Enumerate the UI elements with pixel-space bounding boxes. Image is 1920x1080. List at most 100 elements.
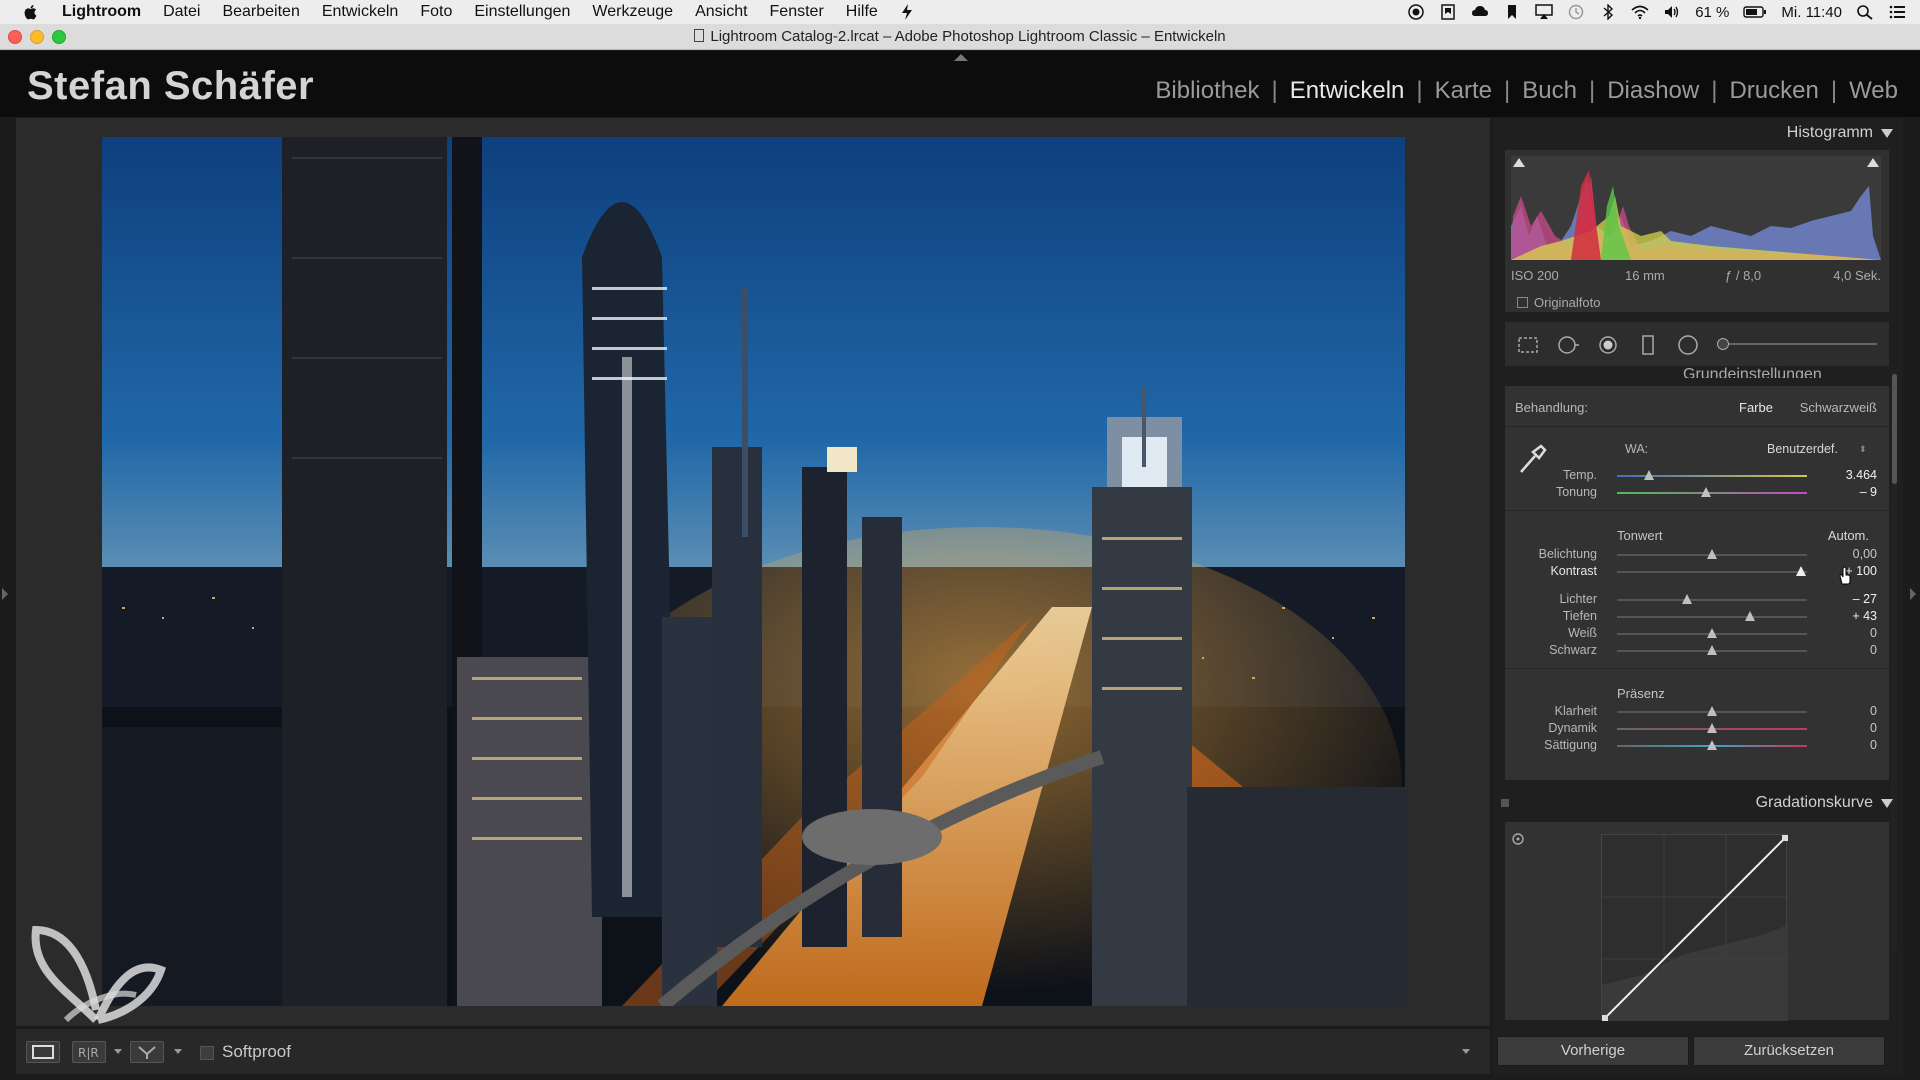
adjustment-brush-tool-icon[interactable] (1717, 338, 1729, 350)
apple-icon[interactable] (22, 3, 40, 21)
menu-einstellungen[interactable]: Einstellungen (474, 3, 570, 21)
clarity-value[interactable]: 0 (1817, 704, 1877, 718)
tone-auto-button[interactable]: Autom. (1828, 528, 1869, 543)
original-photo-checkbox[interactable] (1517, 297, 1528, 308)
loupe-view-button[interactable] (26, 1041, 60, 1063)
record-icon[interactable] (1407, 4, 1425, 20)
tint-slider-thumb[interactable] (1701, 487, 1712, 497)
reset-button[interactable]: Zurücksetzen (1693, 1036, 1885, 1066)
slider-blacks[interactable]: Schwarz 0 (1505, 643, 1889, 659)
previous-button[interactable]: Vorherige (1497, 1036, 1689, 1066)
contrast-slider-thumb[interactable] (1796, 566, 1807, 576)
slider-exposure[interactable]: Belichtung 0,00 (1505, 547, 1889, 563)
adjustment-brush-slider[interactable] (1727, 343, 1877, 345)
tone-curve-graph[interactable] (1601, 834, 1788, 1021)
histogram-header[interactable]: Histogramm (1493, 118, 1903, 148)
compare-button[interactable] (130, 1041, 164, 1063)
basic-panel-header-partial[interactable]: Grundeinstellungen (1683, 366, 1822, 378)
tone-curve-toggle-icon[interactable] (1501, 799, 1509, 807)
time-machine-icon[interactable] (1567, 4, 1585, 20)
bluetooth-icon[interactable] (1599, 4, 1617, 20)
highlights-slider-thumb[interactable] (1682, 594, 1693, 604)
exposure-value[interactable]: 0,00 (1817, 547, 1877, 561)
module-entwickeln[interactable]: Entwickeln (1278, 77, 1417, 105)
creative-cloud-icon[interactable] (1471, 4, 1489, 20)
before-after-button[interactable]: R|R (72, 1041, 106, 1063)
highlight-clipping-indicator-icon[interactable] (1867, 158, 1879, 167)
shadow-clipping-indicator-icon[interactable] (1513, 158, 1525, 167)
menu-datei[interactable]: Datei (163, 3, 200, 21)
tint-value[interactable]: – 9 (1817, 485, 1877, 499)
histogram-graph[interactable] (1511, 156, 1881, 260)
clarity-slider-thumb[interactable] (1707, 706, 1717, 716)
before-after-dropdown-icon[interactable] (114, 1049, 122, 1054)
softproof-checkbox[interactable] (200, 1046, 214, 1060)
script-icon[interactable] (900, 4, 914, 20)
module-diashow[interactable]: Diashow (1595, 77, 1711, 105)
blacks-slider-thumb[interactable] (1707, 645, 1717, 655)
flag-icon[interactable] (1503, 4, 1521, 20)
clock[interactable]: Mi. 11:40 (1781, 4, 1842, 21)
module-web[interactable]: Web (1837, 77, 1910, 105)
tone-curve-header[interactable]: Gradationskurve (1493, 788, 1903, 818)
red-eye-tool-icon[interactable] (1597, 334, 1619, 356)
shadows-slider-thumb[interactable] (1745, 611, 1755, 621)
slider-highlights[interactable]: Lichter – 27 (1505, 592, 1889, 608)
right-panel-scrollbar-thumb[interactable] (1892, 374, 1897, 484)
highlights-value[interactable]: – 27 (1817, 592, 1877, 606)
white-balance-dropdown-arrow-icon[interactable]: ⬍ (1859, 444, 1867, 455)
airplay-icon[interactable] (1535, 4, 1553, 20)
module-buch[interactable]: Buch (1510, 77, 1589, 105)
slider-shadows[interactable]: Tiefen + 43 (1505, 609, 1889, 625)
contrast-track[interactable] (1617, 571, 1807, 573)
slider-saturation[interactable]: Sättigung 0 (1505, 738, 1889, 754)
slider-whites[interactable]: Weiß 0 (1505, 626, 1889, 642)
menu-app-name[interactable]: Lightroom (62, 3, 141, 21)
whites-value[interactable]: 0 (1817, 626, 1877, 640)
module-bibliothek[interactable]: Bibliothek (1143, 77, 1271, 105)
spot-removal-tool-icon[interactable] (1557, 334, 1579, 356)
menu-werkzeuge[interactable]: Werkzeuge (592, 3, 673, 21)
collapse-top-panel-arrow-icon[interactable] (954, 54, 968, 61)
slider-contrast[interactable]: Kontrast + 100 (1505, 564, 1889, 580)
menu-entwickeln[interactable]: Entwickeln (322, 3, 398, 21)
white-balance-dropdown[interactable]: Benutzerdef. (1767, 442, 1838, 456)
compare-dropdown-icon[interactable] (174, 1049, 182, 1054)
exposure-slider-thumb[interactable] (1707, 549, 1717, 559)
toolbar-options-dropdown-icon[interactable] (1462, 1049, 1470, 1054)
wifi-icon[interactable] (1631, 4, 1649, 20)
tint-track[interactable] (1617, 492, 1807, 494)
blacks-value[interactable]: 0 (1817, 643, 1877, 657)
menu-hilfe[interactable]: Hilfe (846, 3, 878, 21)
original-photo-toggle[interactable]: Originalfoto (1517, 295, 1600, 310)
crop-tool-icon[interactable] (1517, 334, 1539, 356)
shadows-track[interactable] (1617, 616, 1807, 618)
spotlight-search-icon[interactable] (1856, 4, 1874, 20)
module-drucken[interactable]: Drucken (1717, 77, 1830, 105)
temp-slider-thumb[interactable] (1644, 470, 1655, 480)
slider-tint[interactable]: Tonung – 9 (1505, 485, 1889, 501)
shadows-value[interactable]: + 43 (1817, 609, 1877, 623)
photo-preview[interactable] (102, 137, 1405, 1006)
volume-icon[interactable] (1663, 4, 1681, 20)
close-window-button[interactable] (8, 30, 22, 44)
menu-ansicht[interactable]: Ansicht (695, 3, 747, 21)
slider-temp[interactable]: Temp. 3.464 (1505, 468, 1889, 484)
targeted-adjustment-tool-icon[interactable] (1511, 832, 1525, 846)
treatment-color-button[interactable]: Farbe (1739, 400, 1773, 415)
highlights-track[interactable] (1617, 599, 1807, 601)
whites-slider-thumb[interactable] (1707, 628, 1717, 638)
treatment-bw-button[interactable]: Schwarzweiß (1800, 400, 1877, 415)
module-karte[interactable]: Karte (1423, 77, 1504, 105)
expand-left-panel-arrow-icon[interactable] (2, 588, 8, 600)
fullscreen-window-button[interactable] (52, 30, 66, 44)
slider-clarity[interactable]: Klarheit 0 (1505, 704, 1889, 720)
menu-foto[interactable]: Foto (420, 3, 452, 21)
slider-vibrance[interactable]: Dynamik 0 (1505, 721, 1889, 737)
panel-collapse-icon[interactable] (1881, 799, 1893, 808)
expand-right-panel-arrow-icon[interactable] (1910, 588, 1916, 600)
notification-center-icon[interactable] (1888, 4, 1906, 20)
saturation-slider-thumb[interactable] (1707, 740, 1717, 750)
bookmark-app-icon[interactable] (1439, 4, 1457, 20)
menu-fenster[interactable]: Fenster (770, 3, 824, 21)
